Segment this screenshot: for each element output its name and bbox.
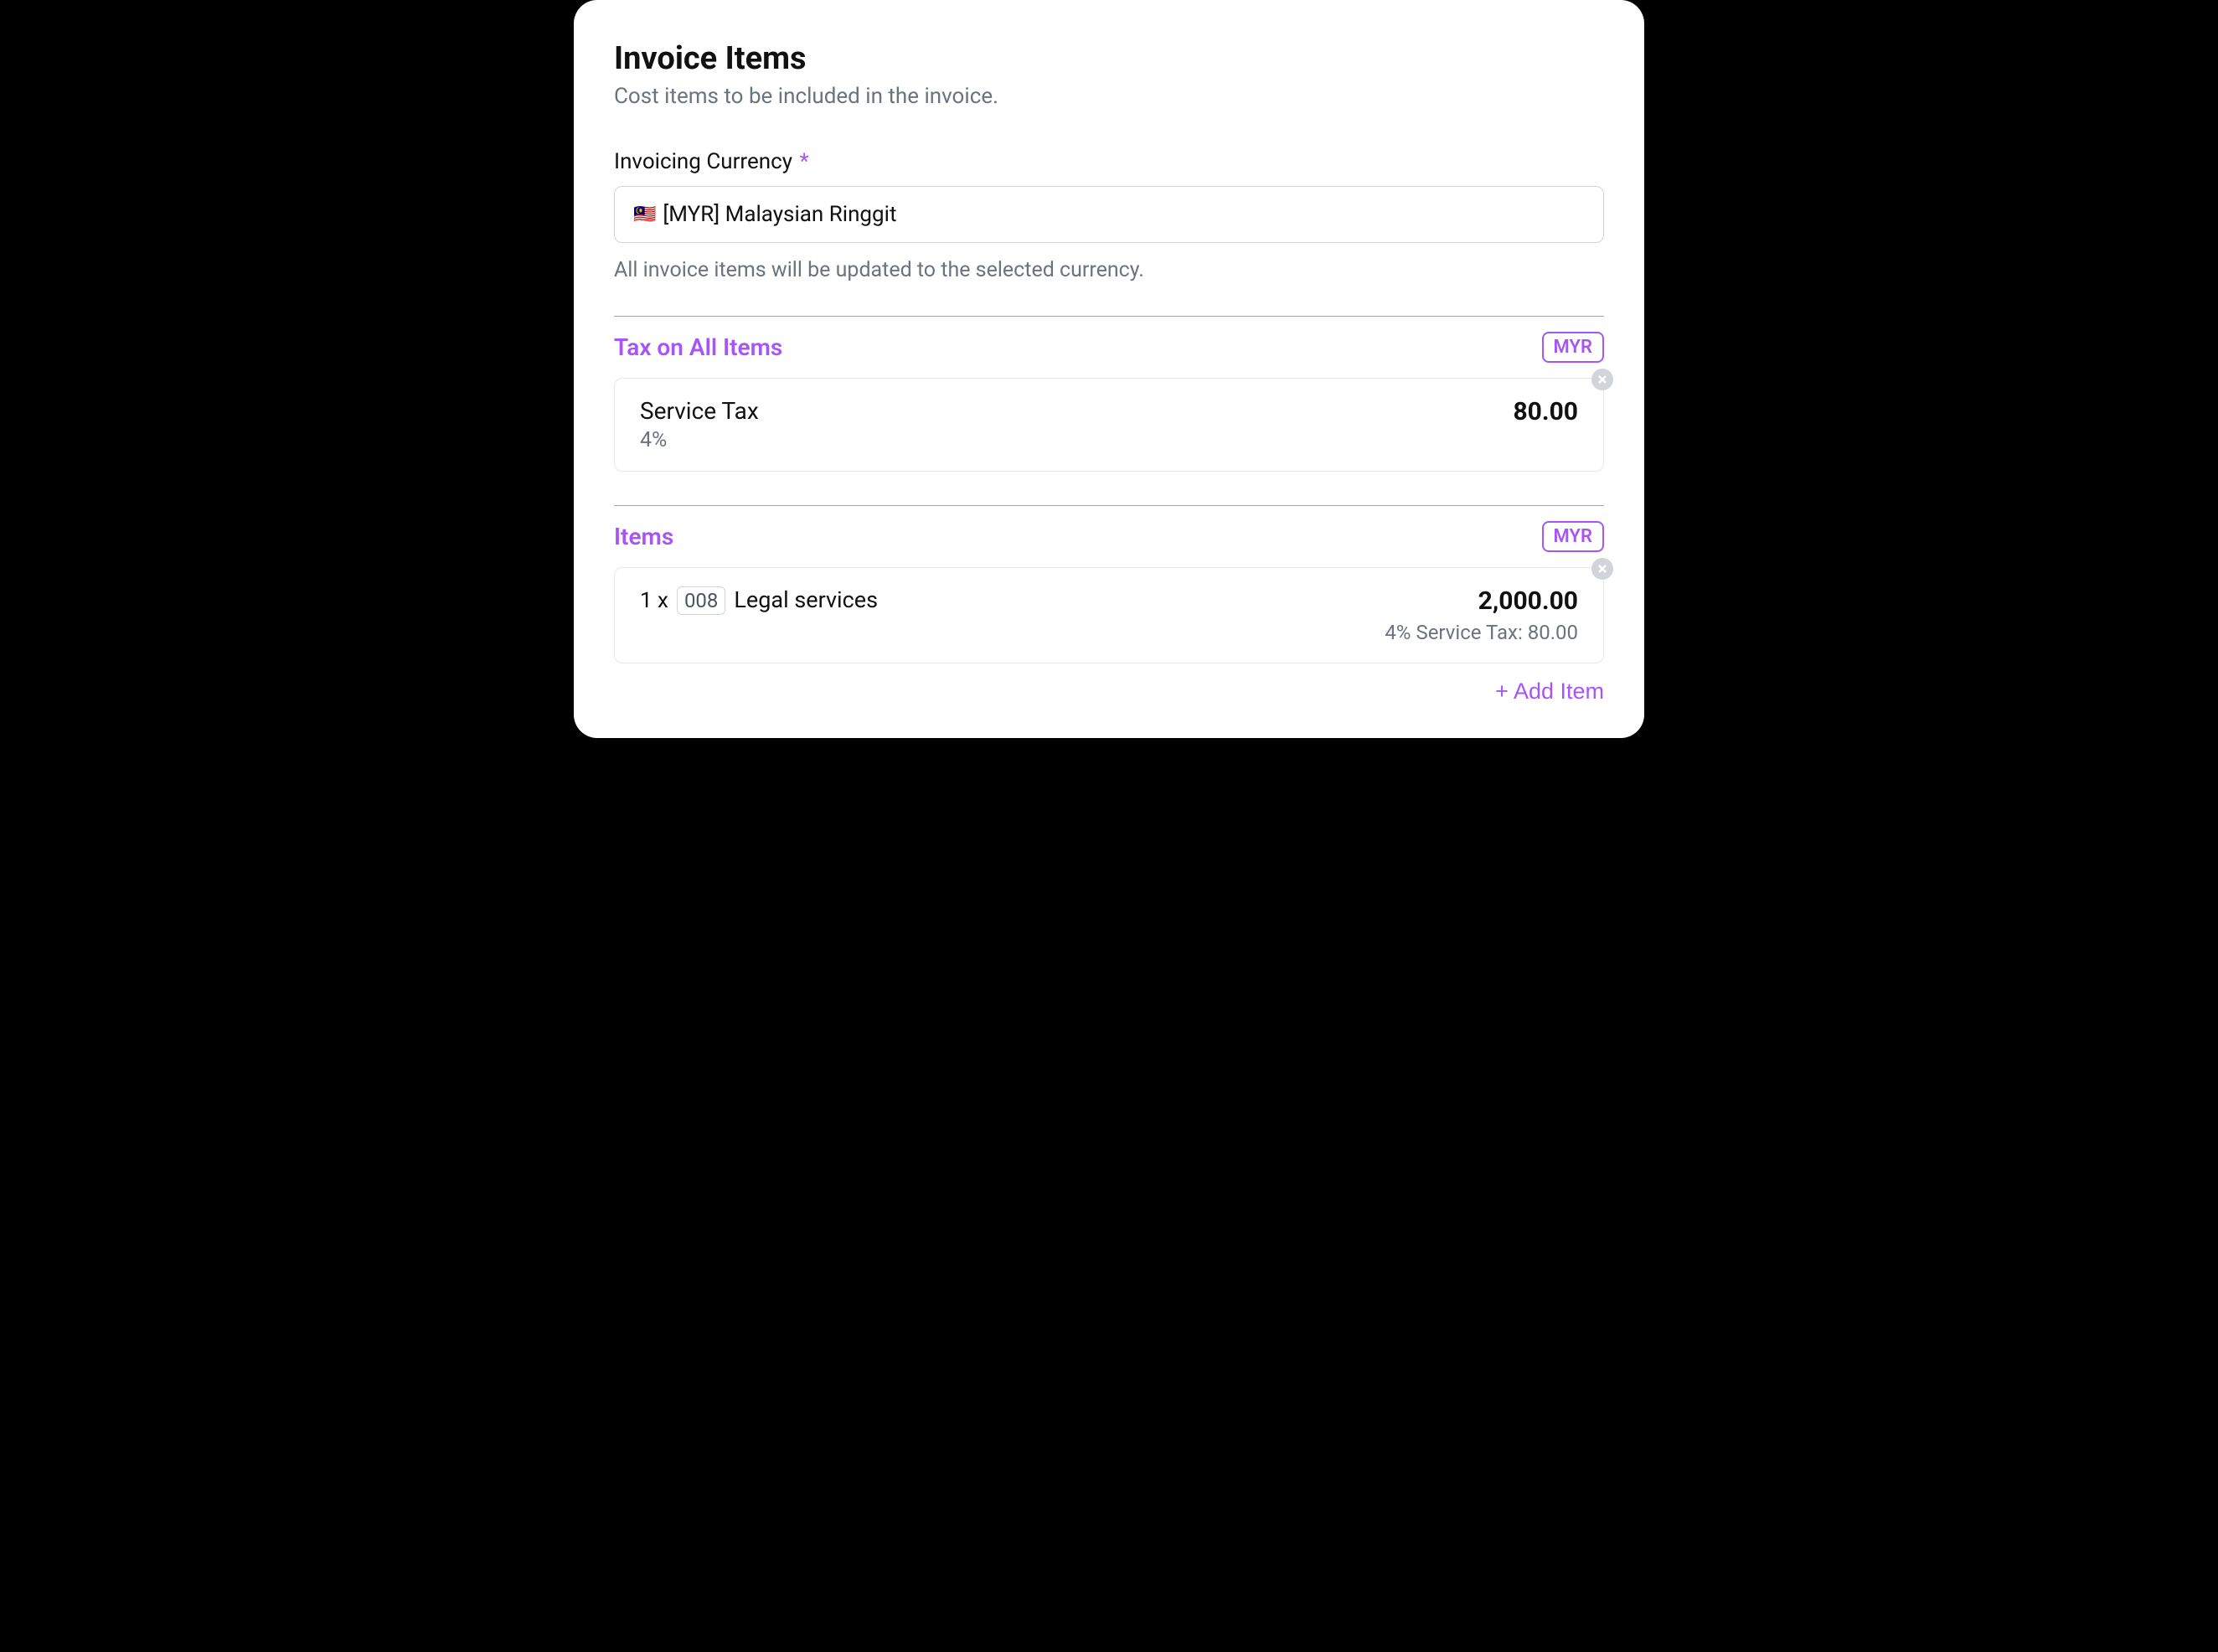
page-title: Invoice Items <box>614 40 1604 77</box>
close-icon <box>1597 564 1607 574</box>
tax-section-header: Tax on All Items MYR <box>614 332 1604 363</box>
section-divider <box>614 505 1604 506</box>
currency-label-text: Invoicing Currency <box>614 149 792 174</box>
item-code-badge: 008 <box>677 586 725 615</box>
item-tax-line: 4% Service Tax: 80.00 <box>1385 621 1578 644</box>
item-description: Legal services <box>734 586 878 613</box>
currency-value: [MYR] Malaysian Ringgit <box>663 202 896 227</box>
close-icon <box>1597 374 1607 385</box>
currency-field: Invoicing Currency * 🇲🇾 [MYR] Malaysian … <box>614 149 1604 282</box>
page-subtitle: Cost items to be included in the invoice… <box>614 84 1604 109</box>
currency-label: Invoicing Currency * <box>614 149 1604 174</box>
items-section-title: Items <box>614 523 673 550</box>
plus-icon: + <box>1495 679 1509 705</box>
tax-section-title: Tax on All Items <box>614 333 782 361</box>
tax-name: Service Tax <box>640 397 759 425</box>
item-card[interactable]: 1 x 008 Legal services 2,000.00 4% Servi… <box>614 567 1604 663</box>
flag-icon: 🇲🇾 <box>633 204 656 225</box>
add-item-button[interactable]: + Add Item <box>1495 679 1604 705</box>
add-item-row: + Add Item <box>614 679 1604 705</box>
tax-card[interactable]: Service Tax 4% 80.00 <box>614 378 1604 472</box>
remove-tax-button[interactable] <box>1591 369 1613 390</box>
currency-select[interactable]: 🇲🇾 [MYR] Malaysian Ringgit <box>614 186 1604 243</box>
invoice-items-panel: Invoice Items Cost items to be included … <box>574 0 1644 738</box>
currency-help-text: All invoice items will be updated to the… <box>614 258 1604 282</box>
tax-amount: 80.00 <box>1513 397 1578 426</box>
section-divider <box>614 316 1604 317</box>
remove-item-button[interactable] <box>1591 558 1613 580</box>
items-section-header: Items MYR <box>614 521 1604 552</box>
required-marker: * <box>799 149 808 174</box>
items-currency-badge: MYR <box>1542 521 1604 552</box>
tax-rate: 4% <box>640 428 759 452</box>
item-qty: 1 x <box>640 588 668 613</box>
tax-currency-badge: MYR <box>1542 332 1604 363</box>
item-amount: 2,000.00 <box>1385 586 1578 616</box>
add-item-label: Add Item <box>1514 679 1604 705</box>
